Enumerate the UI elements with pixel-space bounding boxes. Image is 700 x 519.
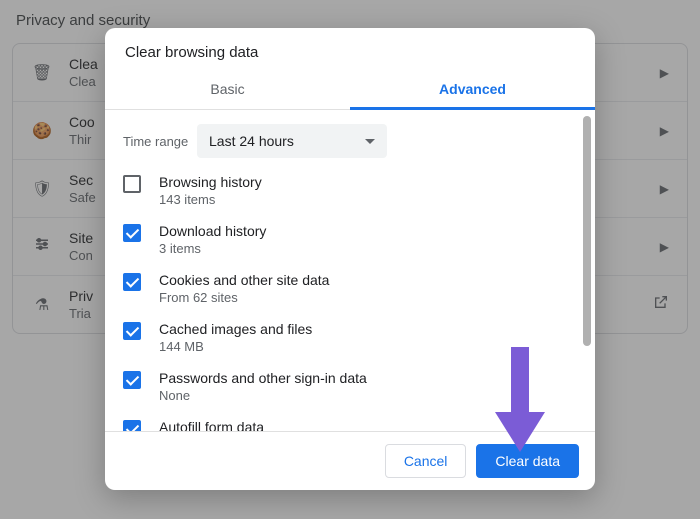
checkbox-download-history[interactable] [123, 224, 141, 242]
item-download-history: Download history 3 items [123, 223, 577, 256]
dialog-tabs: Basic Advanced [105, 69, 595, 110]
item-desc: From 62 sites [159, 290, 329, 305]
checkbox-cookies[interactable] [123, 273, 141, 291]
item-desc: 3 items [159, 241, 266, 256]
checkbox-cached[interactable] [123, 322, 141, 340]
clear-browsing-data-dialog: Clear browsing data Basic Advanced Time … [105, 28, 595, 490]
item-passwords: Passwords and other sign-in data None [123, 370, 577, 403]
modal-overlay: Clear browsing data Basic Advanced Time … [0, 0, 700, 519]
item-autofill: Autofill form data [123, 419, 577, 431]
dialog-title: Clear browsing data [105, 28, 595, 69]
item-label: Browsing history [159, 174, 262, 190]
item-cookies: Cookies and other site data From 62 sites [123, 272, 577, 305]
item-desc: None [159, 388, 367, 403]
item-desc: 144 MB [159, 339, 312, 354]
tab-advanced[interactable]: Advanced [350, 69, 595, 110]
item-label: Download history [159, 223, 266, 239]
checkbox-passwords[interactable] [123, 371, 141, 389]
scrollbar[interactable] [583, 116, 591, 346]
clear-data-button[interactable]: Clear data [476, 444, 579, 478]
item-label: Cached images and files [159, 321, 312, 337]
checkbox-browsing-history[interactable] [123, 175, 141, 193]
tab-basic[interactable]: Basic [105, 69, 350, 109]
dialog-footer: Cancel Clear data [105, 431, 595, 490]
item-desc: 143 items [159, 192, 262, 207]
item-cached: Cached images and files 144 MB [123, 321, 577, 354]
chevron-down-icon [365, 139, 375, 144]
cancel-button[interactable]: Cancel [385, 444, 467, 478]
item-label: Cookies and other site data [159, 272, 329, 288]
item-label: Passwords and other sign-in data [159, 370, 367, 386]
time-range-label: Time range [123, 134, 197, 149]
time-range-select[interactable]: Last 24 hours [197, 124, 387, 158]
time-range-row: Time range Last 24 hours [123, 124, 577, 158]
time-range-value: Last 24 hours [209, 133, 294, 149]
item-label: Autofill form data [159, 419, 264, 431]
checkbox-autofill[interactable] [123, 420, 141, 431]
dialog-scroll-area: Time range Last 24 hours Browsing histor… [105, 110, 595, 431]
item-browsing-history: Browsing history 143 items [123, 174, 577, 207]
